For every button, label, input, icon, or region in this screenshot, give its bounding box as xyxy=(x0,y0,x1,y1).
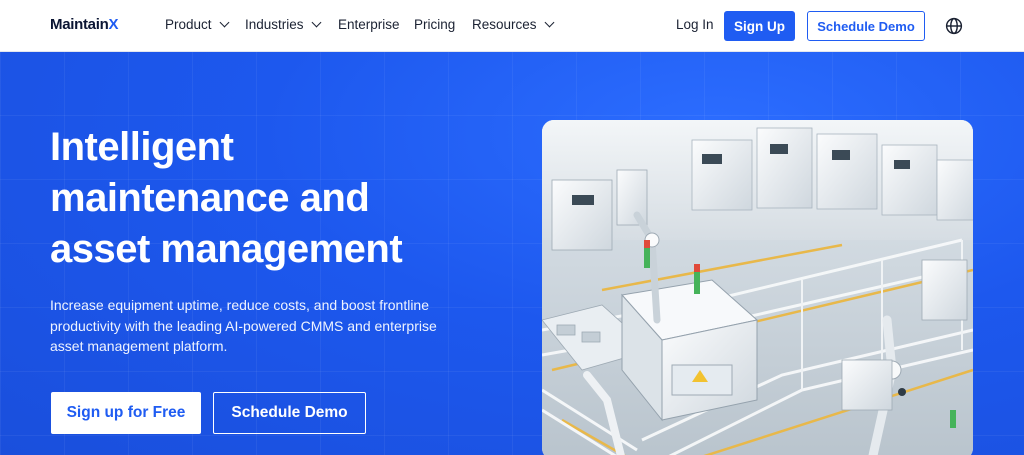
hero-title-line: asset management xyxy=(50,227,403,271)
login-link[interactable]: Log In xyxy=(676,17,714,32)
nav-item-label: Pricing xyxy=(414,17,456,32)
nav-item-pricing[interactable]: Pricing xyxy=(414,17,455,32)
nav-item-label: Enterprise xyxy=(338,17,400,32)
schedule-demo-button[interactable]: Schedule Demo xyxy=(807,11,925,41)
logo-text-accent: X xyxy=(108,16,119,33)
nav-item-industries[interactable]: Industries xyxy=(245,17,321,32)
globe-icon[interactable] xyxy=(945,17,963,35)
schedule-demo-hero-button[interactable]: Schedule Demo xyxy=(213,392,366,434)
maintainx-logo[interactable]: MaintainX xyxy=(50,16,118,33)
nav-item-product[interactable]: Product xyxy=(165,17,229,32)
chevron-down-icon xyxy=(219,17,229,28)
signup-free-button[interactable]: Sign up for Free xyxy=(51,392,201,434)
chevron-down-icon xyxy=(544,17,554,28)
nav-item-label: Product xyxy=(165,17,212,32)
top-navigation: MaintainX Product Industries Enterprise … xyxy=(0,0,1024,52)
nav-item-enterprise[interactable]: Enterprise xyxy=(338,17,400,32)
nav-item-resources[interactable]: Resources xyxy=(472,17,554,32)
chevron-down-icon xyxy=(311,17,321,28)
hero-subtitle: Increase equipment uptime, reduce costs,… xyxy=(50,297,437,354)
hero-title: Intelligent maintenance and asset manage… xyxy=(50,122,510,275)
nav-item-label: Resources xyxy=(472,17,537,32)
hero-title-line: Intelligent xyxy=(50,125,234,169)
nav-item-label: Industries xyxy=(245,17,304,32)
hero-title-line: maintenance and xyxy=(50,176,370,220)
hero-section: Intelligent maintenance and asset manage… xyxy=(0,52,1024,455)
factory-illustration xyxy=(542,120,973,455)
logo-text-main: Maintain xyxy=(50,16,109,33)
signup-button[interactable]: Sign Up xyxy=(724,11,795,41)
factory-automation-image xyxy=(542,120,973,455)
